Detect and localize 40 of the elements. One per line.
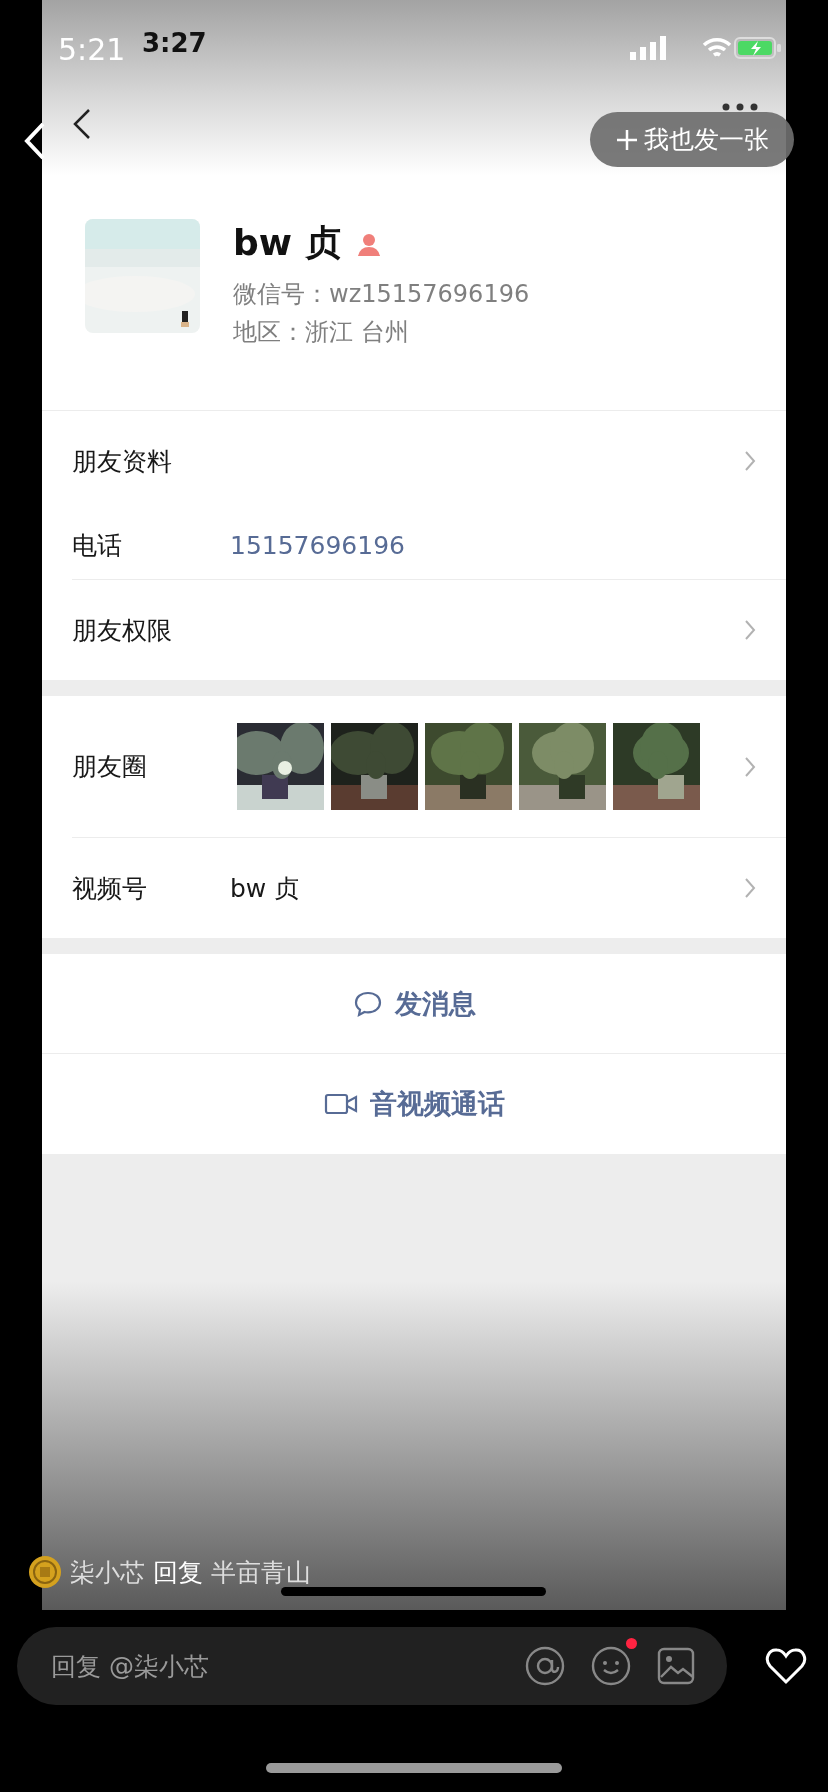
battery-icon [734, 36, 782, 60]
region-text: 地区：浙江 台州 [233, 317, 410, 348]
reply-bar[interactable]: 回复 @柒小芯 [17, 1627, 727, 1705]
chevron-icon [744, 619, 756, 641]
coin-avatar-icon [28, 1555, 62, 1589]
post-button[interactable]: 我也发一张 [590, 112, 794, 167]
info-row[interactable]: 视频号 bw 贞 [72, 838, 786, 938]
row-value: bw 贞 [230, 872, 301, 905]
image-icon[interactable] [657, 1647, 695, 1685]
row-label: 朋友权限 [72, 614, 173, 647]
person-icon [356, 231, 381, 256]
chat-icon [352, 989, 383, 1018]
back-icon[interactable] [72, 108, 92, 140]
profile-name: bw 贞 [233, 221, 341, 265]
wechat-id: 微信号：wz15157696196 [233, 279, 530, 310]
info-row[interactable]: 电话 15157696196 [72, 511, 786, 580]
info-row[interactable]: 朋友资料 [72, 411, 786, 511]
emoji-icon[interactable] [591, 1646, 631, 1686]
row-value: 15157696196 [230, 530, 406, 560]
row-label: 电话 [72, 529, 123, 562]
info-row[interactable]: 朋友权限 [72, 580, 786, 680]
at-icon[interactable] [525, 1646, 565, 1686]
status-time: 3:27 [142, 28, 207, 58]
comment-user[interactable]: 柒小芯 [70, 1555, 145, 1589]
video-camera-icon [323, 1092, 358, 1116]
chevron-icon [744, 755, 756, 778]
comment-verb: 回复 [153, 1556, 203, 1589]
chevron-icon [744, 877, 756, 899]
row-label: 朋友圈 [72, 751, 148, 783]
plus-icon [615, 128, 638, 151]
row-label: 朋友资料 [72, 445, 173, 478]
more-icon[interactable] [722, 103, 758, 111]
status-time: 5:21 [58, 32, 126, 67]
info-row[interactable]: 朋友圈 [72, 696, 786, 838]
row-label: 视频号 [72, 872, 148, 905]
reply-field[interactable]: 回复 @柒小芯 [49, 1650, 499, 1682]
chevron-icon [744, 450, 756, 472]
back-icon[interactable] [24, 122, 46, 160]
heart-icon[interactable] [765, 1647, 807, 1685]
comment-target[interactable]: 半亩青山 [211, 1555, 311, 1589]
